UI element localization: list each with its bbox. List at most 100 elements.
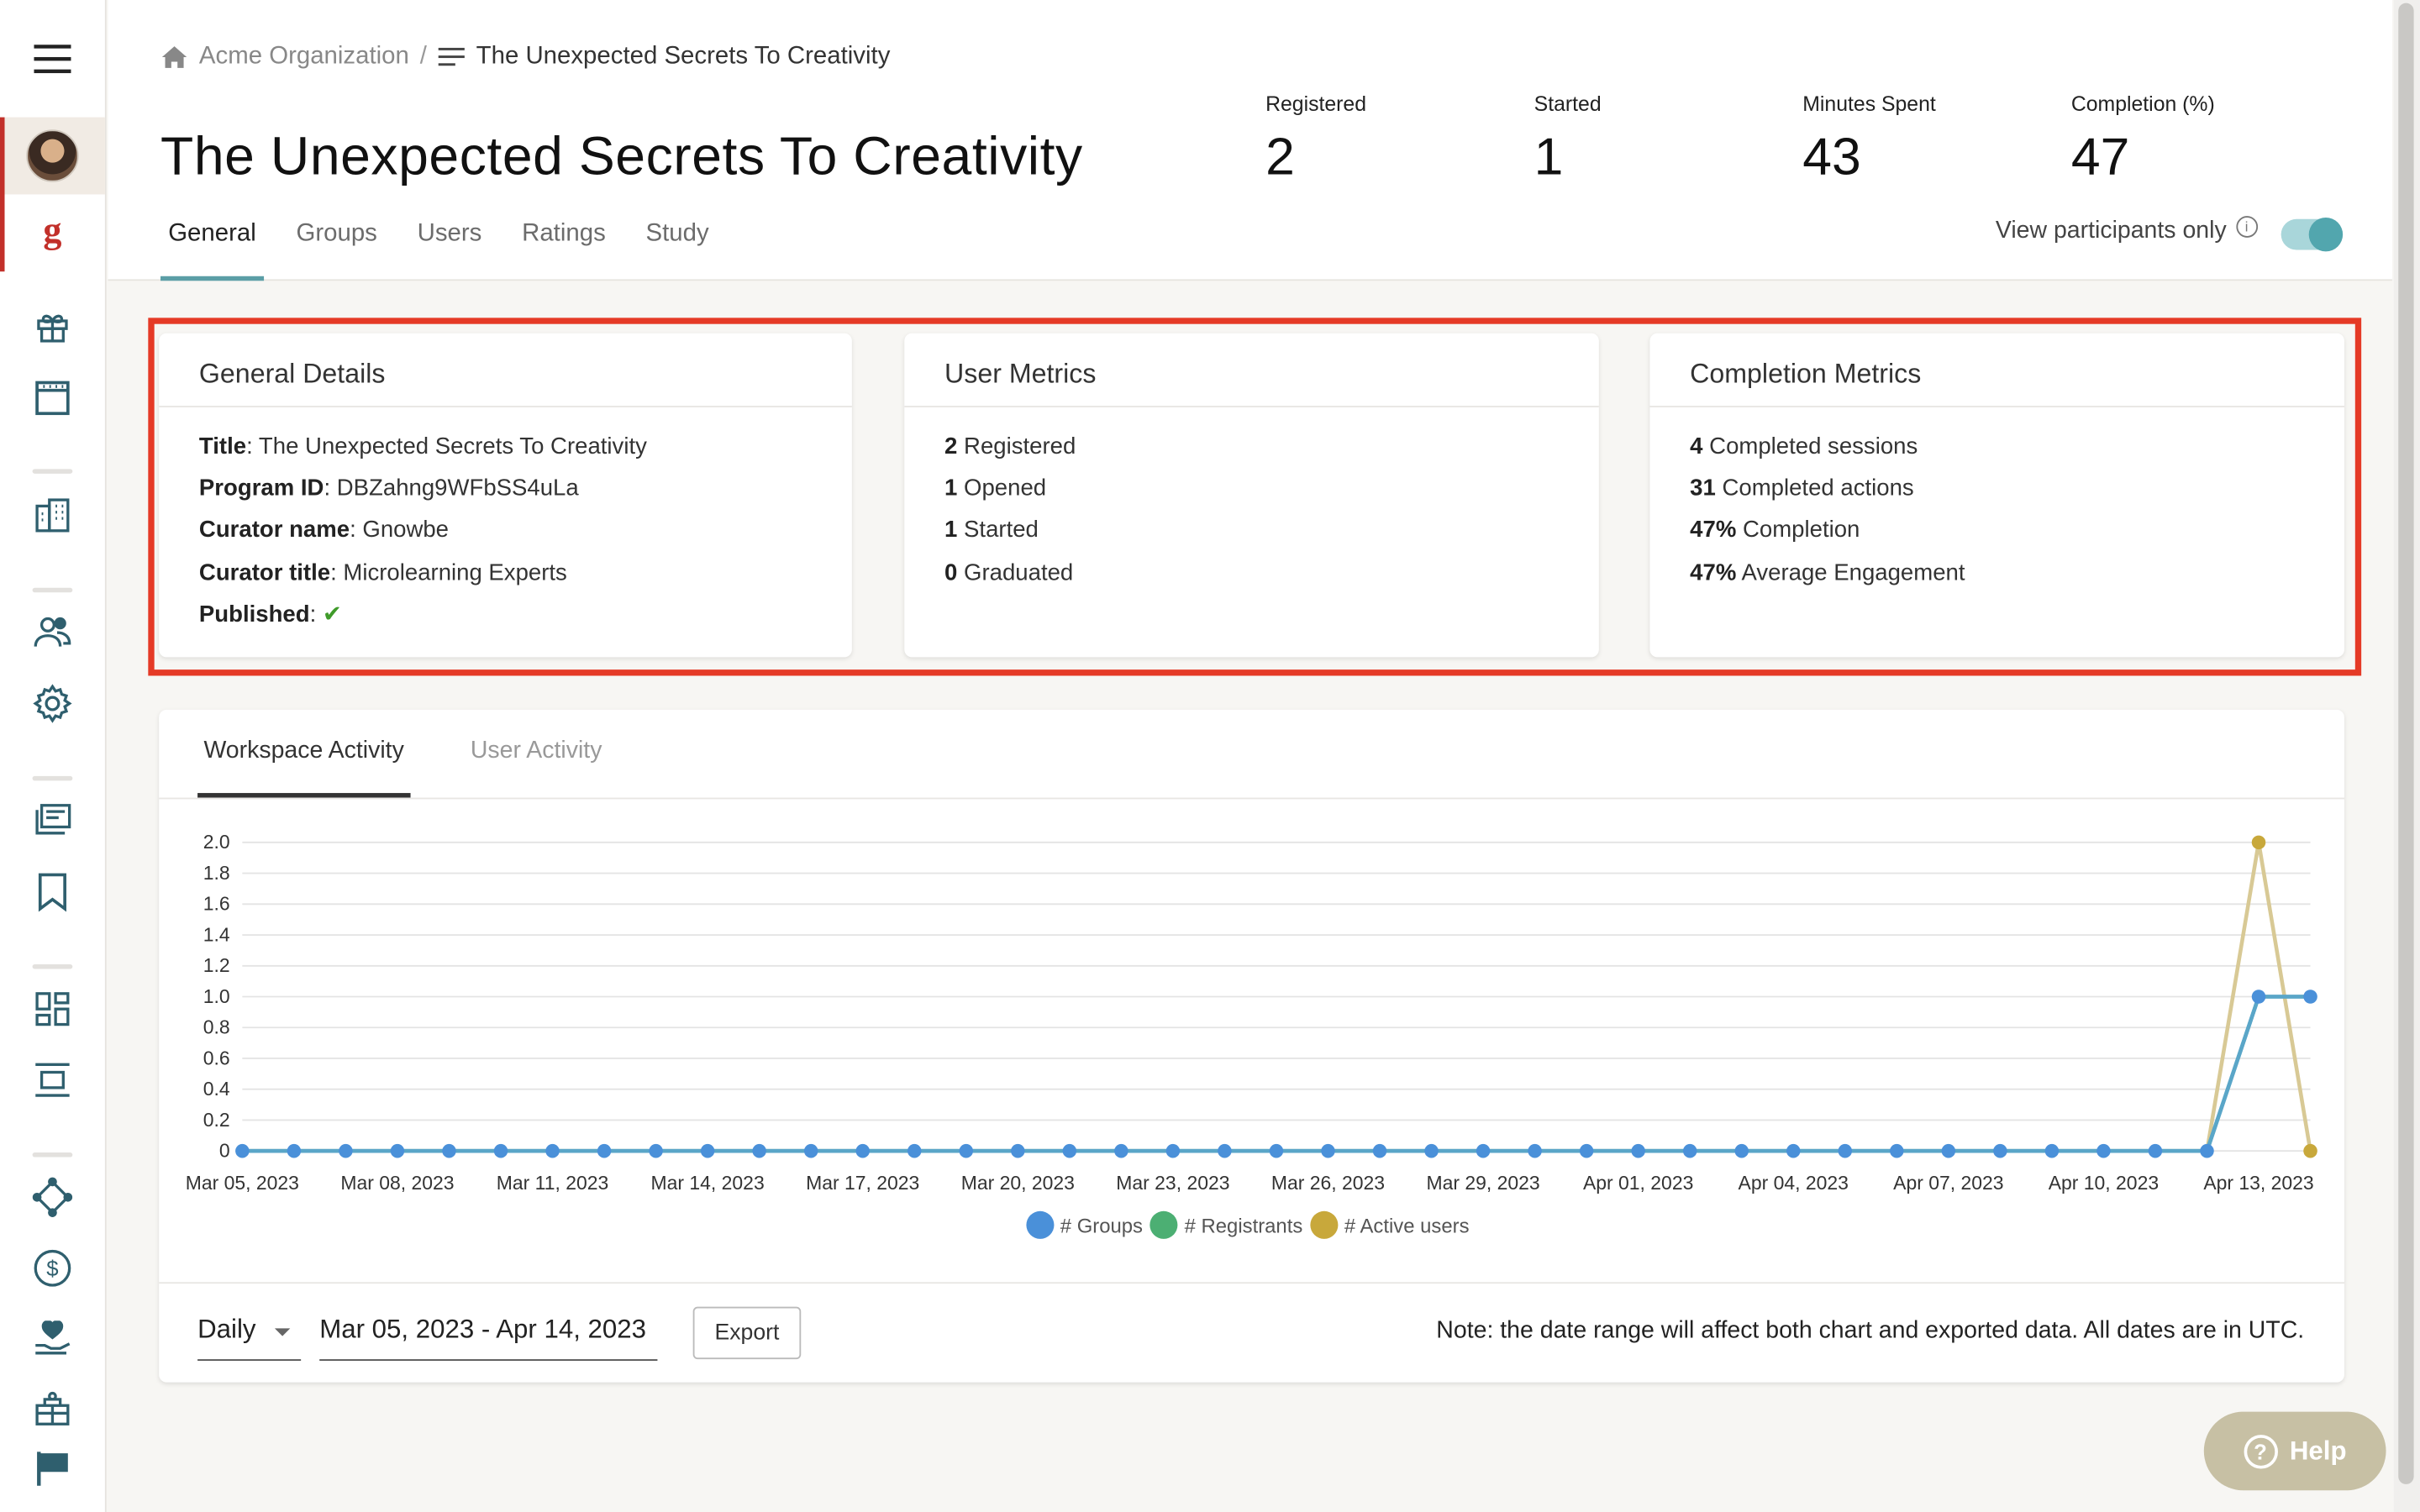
data-point [2200, 1143, 2214, 1158]
scrollbar-thumb[interactable] [2398, 3, 2414, 1484]
activity-chart: 0 0.2 0.4 0.6 0.8 1.0 1.2 1.4 1.6 1.8 2.0 Mar 05, 2… [186, 831, 2317, 1194]
legend-item-active-users[interactable]: # Active users [1310, 1210, 1470, 1239]
data-point [855, 1143, 870, 1158]
view-participants-toggle[interactable] [2281, 217, 2344, 252]
flag-icon [37, 1452, 68, 1486]
legend-dot [1150, 1210, 1179, 1239]
period-select[interactable]: Daily [197, 1311, 302, 1361]
metric-row: 31 Completed actions [1690, 474, 2344, 516]
data-point [2148, 1143, 2163, 1158]
detail-value: The Unexpected Secrets To Creativity [258, 433, 647, 460]
legend-item-groups[interactable]: # Groups [1026, 1210, 1144, 1239]
export-button[interactable]: Export [692, 1306, 802, 1360]
toggle-knob [2308, 217, 2344, 252]
x-tick-label: Mar 14, 2023 [651, 1172, 765, 1194]
stat-label: Minutes Spent [1802, 92, 1936, 116]
metric-label: Completed sessions [1709, 433, 1918, 460]
svg-text:$: $ [46, 1257, 58, 1281]
data-point [1165, 1143, 1181, 1158]
view-participants-label: View participants only [1995, 217, 2227, 244]
tab-general[interactable]: General [160, 216, 264, 281]
card-title: User Metrics [904, 333, 1599, 407]
organization-button[interactable] [0, 485, 105, 546]
tab-study[interactable]: Study [638, 216, 717, 281]
x-tick-label: Mar 23, 2023 [1116, 1172, 1229, 1194]
data-point [1424, 1143, 1439, 1158]
metric-row: 1 Opened [944, 474, 1599, 516]
data-point [442, 1143, 456, 1158]
tab-groups[interactable]: Groups [288, 216, 385, 281]
y-tick-label: 0.6 [203, 1047, 230, 1068]
metric-row: 2 Registered [944, 432, 1599, 474]
gift-icon [37, 314, 68, 343]
help-label: Help [2289, 1436, 2347, 1465]
detail-key: Curator title [198, 559, 331, 586]
users-icon [34, 617, 71, 647]
card-title: General Details [159, 333, 852, 407]
data-point [752, 1143, 766, 1158]
x-tick-label: Mar 05, 2023 [186, 1172, 299, 1194]
detail-key: Curator name [198, 517, 350, 544]
data-point [493, 1143, 508, 1158]
data-point [2044, 1143, 2060, 1158]
stat-value: 1 [1534, 128, 1564, 187]
metric-row: 1 Started [944, 516, 1599, 558]
detail-key: Published [198, 601, 310, 628]
tab-users[interactable]: Users [409, 216, 489, 281]
metric-number: 31 [1690, 475, 1716, 502]
library-button[interactable] [0, 790, 105, 851]
y-tick-label: 1.8 [203, 862, 230, 884]
metric-number: 0 [944, 559, 958, 586]
data-point [1631, 1143, 1645, 1158]
stat-value: 47 [2070, 128, 2130, 187]
metric-row: 47% Average Engagement [1690, 558, 2344, 600]
stat-label: Started [1534, 92, 1602, 116]
tab-ratings[interactable]: Ratings [514, 216, 613, 281]
integrations-button[interactable] [0, 1167, 105, 1228]
billing-button[interactable]: $ [0, 1237, 105, 1299]
x-tick-label: Mar 11, 2023 [497, 1172, 608, 1194]
help-button[interactable]: ? Help [2203, 1411, 2386, 1491]
rewards-button[interactable] [0, 1378, 105, 1439]
sidebar-separator [32, 1152, 73, 1158]
users-button[interactable] [0, 601, 105, 663]
workspace-button[interactable]: g [0, 197, 105, 268]
calendar-button[interactable] [0, 367, 105, 428]
legend-dot [1026, 1210, 1055, 1239]
metric-number: 1 [944, 517, 958, 544]
data-point [1838, 1143, 1853, 1158]
x-tick-label: Apr 10, 2023 [2049, 1172, 2159, 1194]
legend-item-registrants[interactable]: # Registrants [1150, 1210, 1302, 1239]
data-point [2096, 1143, 2111, 1158]
data-point [1786, 1143, 1801, 1158]
profile-button[interactable] [0, 117, 105, 195]
data-point [2251, 835, 2266, 850]
data-point [1890, 1143, 1904, 1158]
info-icon[interactable]: i [2235, 216, 2258, 238]
data-point [1993, 1143, 2007, 1158]
date-range-input[interactable]: Mar 05, 2023 - Apr 14, 2023 [319, 1311, 658, 1361]
data-point [1476, 1143, 1491, 1158]
home-icon[interactable] [160, 45, 188, 69]
settings-button[interactable] [0, 673, 105, 734]
bookmark-button[interactable] [0, 861, 105, 922]
x-tick-label: Mar 26, 2023 [1271, 1172, 1385, 1194]
date-range-note: Note: the date range will affect both ch… [1436, 1317, 2305, 1344]
gift-button[interactable] [0, 297, 105, 358]
data-point [1218, 1143, 1232, 1158]
dashboard-button[interactable] [0, 978, 105, 1039]
data-point [1372, 1143, 1387, 1158]
reports-button[interactable] [0, 1438, 105, 1499]
menu-button[interactable] [0, 28, 105, 89]
data-point [1011, 1143, 1025, 1158]
care-button[interactable] [0, 1309, 105, 1370]
page-title: The Unexpected Secrets To Creativity [160, 126, 1083, 187]
legend-label: # Groups [1060, 1213, 1144, 1237]
stat-registered: Registered 2 [1265, 92, 1366, 188]
layout-button[interactable] [0, 1049, 105, 1110]
avatar [26, 129, 79, 182]
divider [159, 1282, 2344, 1284]
stat-label: Completion (%) [2070, 92, 2215, 116]
y-tick-label: 1.4 [203, 923, 230, 945]
breadcrumb-org-link[interactable]: Acme Organization [199, 43, 409, 71]
